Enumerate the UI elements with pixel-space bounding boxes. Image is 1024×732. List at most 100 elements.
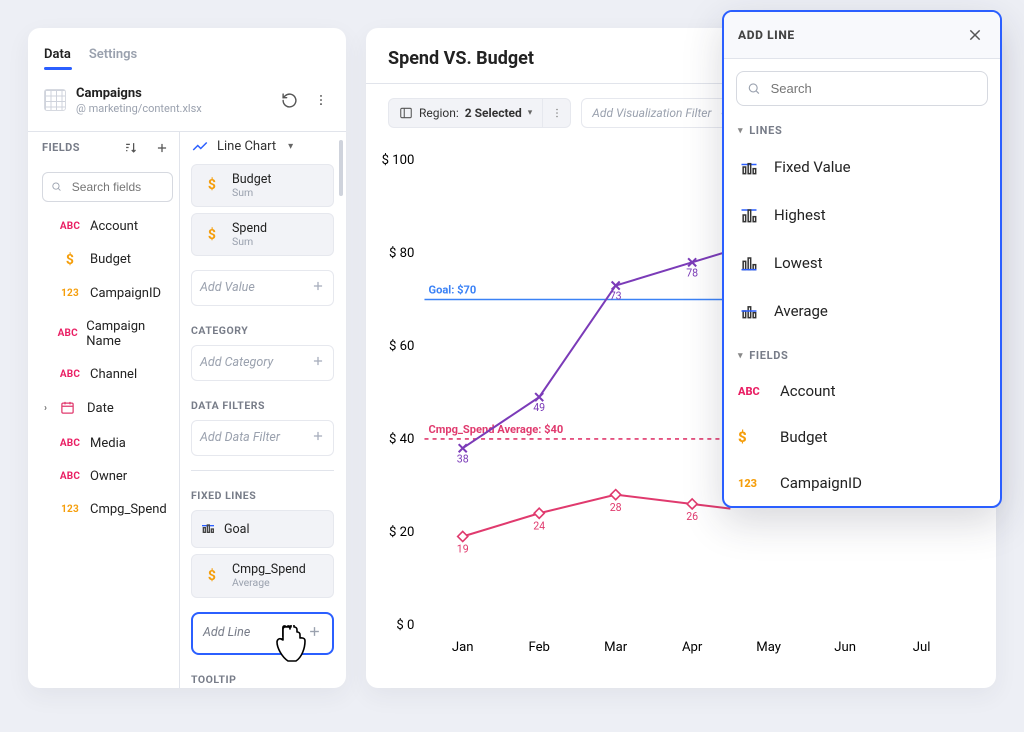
search-icon xyxy=(51,180,62,193)
scrollbar[interactable] xyxy=(339,140,343,196)
svg-text:28: 28 xyxy=(610,501,622,514)
svg-text:38: 38 xyxy=(457,452,469,465)
fields-add-button[interactable] xyxy=(151,137,173,159)
fields-search-input[interactable] xyxy=(70,179,164,195)
lowest-line-icon xyxy=(738,253,760,273)
search-icon xyxy=(747,81,761,96)
popover-line-option[interactable]: Highest xyxy=(724,191,1000,239)
chevron-down-icon: ▾ xyxy=(738,126,743,136)
popover-search[interactable] xyxy=(736,71,988,106)
expand-icon: › xyxy=(44,403,47,414)
svg-text:$ 40: $ 40 xyxy=(389,432,414,447)
svg-text:19: 19 xyxy=(457,543,469,556)
config-panel: Data Settings Campaigns @ marketing/cont… xyxy=(28,28,346,688)
field-item[interactable]: ABCCampaign Name xyxy=(42,310,173,358)
field-label: Channel xyxy=(90,367,137,382)
fields-column: FIELDS ABCA xyxy=(28,132,183,688)
text-type-icon: ABC xyxy=(738,385,766,398)
field-item[interactable]: ABCAccount xyxy=(42,210,173,243)
svg-text:Cmpg_Spend Average: $40: Cmpg_Spend Average: $40 xyxy=(429,423,564,436)
datafilters-header: DATA FILTERS xyxy=(191,389,334,412)
svg-text:$ 60: $ 60 xyxy=(389,339,414,354)
field-label: Account xyxy=(90,219,138,234)
field-label: Cmpg_Spend xyxy=(90,502,167,517)
line-chart-icon xyxy=(191,138,209,156)
value-pill[interactable]: $ SpendSum xyxy=(191,213,334,256)
field-item[interactable]: $Budget xyxy=(42,243,173,277)
svg-text:Apr: Apr xyxy=(682,640,703,655)
add-line-popover: ADD LINE ▾ LINES Fixed ValueHighestLowes… xyxy=(722,10,1002,508)
fields-sort-button[interactable] xyxy=(119,137,141,159)
tab-data[interactable]: Data xyxy=(44,47,71,70)
datasource-subtitle: @ marketing/content.xlsx xyxy=(76,102,268,115)
number-type-icon: 123 xyxy=(738,477,766,490)
config-tabs: Data Settings xyxy=(28,42,346,70)
plus-icon xyxy=(307,624,322,643)
popover-line-option[interactable]: Lowest xyxy=(724,239,1000,287)
fixed-line-icon xyxy=(738,157,760,177)
chart-type-selector[interactable]: Line Chart ▾ xyxy=(191,132,334,156)
svg-text:49: 49 xyxy=(533,401,545,414)
dollar-icon: $ xyxy=(738,428,766,446)
datasource-row[interactable]: Campaigns @ marketing/content.xlsx xyxy=(28,70,346,132)
fixedline-pill[interactable]: $Cmpg_SpendAverage xyxy=(191,554,334,597)
svg-text:$ 20: $ 20 xyxy=(389,525,414,540)
chevron-down-icon: ▾ xyxy=(528,108,533,118)
fixedline-pill[interactable]: Goal xyxy=(191,510,334,548)
svg-text:78: 78 xyxy=(686,266,698,279)
field-item[interactable]: ABCOwner xyxy=(42,460,173,493)
svg-text:26: 26 xyxy=(686,510,698,523)
field-item[interactable]: ABCChannel xyxy=(42,358,173,391)
svg-text:$ 100: $ 100 xyxy=(382,153,415,168)
popover-line-option[interactable]: Average xyxy=(724,287,1000,335)
svg-text:Feb: Feb xyxy=(528,640,549,655)
fields-search[interactable] xyxy=(42,172,173,202)
field-label: Media xyxy=(90,436,126,451)
dollar-icon: $ xyxy=(200,568,224,584)
field-item[interactable]: ›Date xyxy=(42,391,173,427)
region-filter-chip[interactable]: Region: 2 Selected ▾ xyxy=(388,98,571,128)
plus-icon xyxy=(311,429,325,447)
field-label: Budget xyxy=(90,252,131,267)
popover-search-input[interactable] xyxy=(769,80,977,97)
spreadsheet-icon xyxy=(44,89,66,111)
add-category-button[interactable]: Add Category xyxy=(191,345,334,381)
popover-fields-header[interactable]: ▾ FIELDS xyxy=(724,335,1000,368)
svg-text:Jul: Jul xyxy=(913,640,931,655)
region-filter-more[interactable] xyxy=(542,99,570,127)
svg-text:Mar: Mar xyxy=(604,640,628,655)
add-visualization-filter[interactable]: Add Visualization Filter xyxy=(581,98,743,128)
highest-line-icon xyxy=(738,205,760,225)
region-filter-label: Region: xyxy=(419,106,459,120)
field-label: CampaignID xyxy=(90,286,161,301)
refresh-button[interactable] xyxy=(278,89,300,111)
field-item[interactable]: 123CampaignID xyxy=(42,277,173,310)
popover-lines-header[interactable]: ▾ LINES xyxy=(724,110,1000,143)
popover-field-option[interactable]: 123CampaignID xyxy=(724,460,1000,506)
chevron-down-icon: ▾ xyxy=(738,351,743,361)
svg-text:$ 80: $ 80 xyxy=(389,246,414,261)
config-column: Line Chart ▾ $ BudgetSum $ SpendSum Add V… xyxy=(183,132,346,688)
tab-settings[interactable]: Settings xyxy=(89,47,137,70)
field-label: Owner xyxy=(90,469,127,484)
add-value-button[interactable]: Add Value xyxy=(191,270,334,306)
dollar-icon: $ xyxy=(200,227,224,243)
chart-type-label: Line Chart xyxy=(217,139,276,154)
field-item[interactable]: 123Cmpg_Spend xyxy=(42,493,173,526)
popover-field-option[interactable]: $Budget xyxy=(724,414,1000,460)
popover-line-option[interactable]: Fixed Value xyxy=(724,143,1000,191)
fields-header: FIELDS xyxy=(42,141,80,154)
more-button[interactable] xyxy=(310,89,332,111)
svg-text:Jun: Jun xyxy=(834,640,856,655)
add-line-button[interactable]: Add Line xyxy=(191,612,334,655)
add-datafilter-button[interactable]: Add Data Filter xyxy=(191,420,334,456)
chevron-down-icon: ▾ xyxy=(288,141,293,152)
value-pill[interactable]: $ BudgetSum xyxy=(191,164,334,207)
datasource-title: Campaigns xyxy=(76,86,268,102)
popover-close-button[interactable] xyxy=(964,24,986,46)
svg-text:73: 73 xyxy=(610,290,622,303)
popover-field-option[interactable]: ABCAccount xyxy=(724,368,1000,414)
field-item[interactable]: ABCMedia xyxy=(42,427,173,460)
popover-title: ADD LINE xyxy=(738,28,795,42)
plus-icon xyxy=(311,279,325,297)
